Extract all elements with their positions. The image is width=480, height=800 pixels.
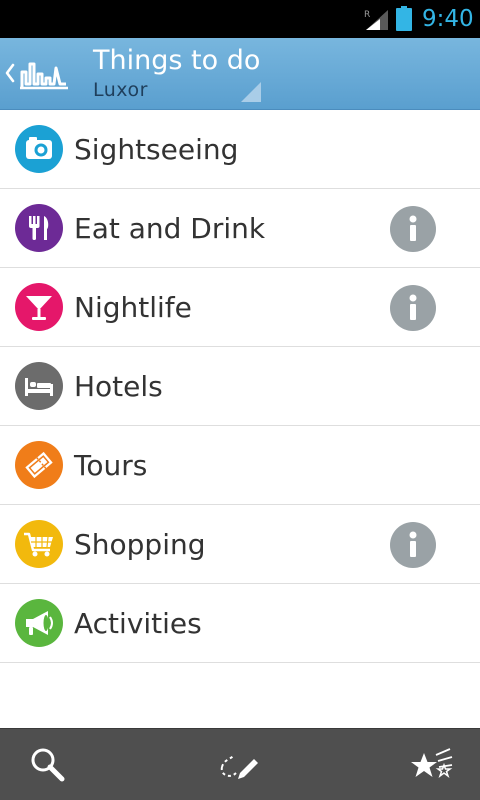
megaphone-icon: [15, 599, 63, 647]
route-pencil-icon: [220, 754, 258, 779]
info-icon[interactable]: [390, 522, 436, 568]
up-caret-icon[interactable]: [4, 62, 16, 84]
list-item-hotels[interactable]: Hotels: [0, 347, 480, 426]
battery-icon: [396, 6, 412, 31]
route-button[interactable]: [192, 729, 288, 800]
cocktail-icon: [15, 283, 63, 331]
category-list: Sightseeing Eat and Drink Nightlife Hote…: [0, 110, 480, 663]
camera-icon: [15, 125, 63, 173]
list-item-shopping[interactable]: Shopping: [0, 505, 480, 584]
list-item-label: Hotels: [74, 370, 163, 403]
bottom-toolbar: [0, 728, 480, 800]
search-icon: [31, 748, 65, 782]
cart-icon: [15, 520, 63, 568]
page-title: Things to do: [93, 45, 261, 76]
ticket-icon: [15, 441, 63, 489]
favorites-button[interactable]: [384, 729, 480, 800]
title-block[interactable]: Things to do Luxor: [93, 44, 260, 102]
screen: R 9:40 Things to do Luxor Sightseeing Ea…: [0, 0, 480, 800]
location-subtitle: Luxor: [93, 79, 148, 101]
spinner-indicator-icon[interactable]: [241, 82, 261, 102]
roaming-indicator: R: [364, 10, 370, 20]
fork-knife-icon: [15, 204, 63, 252]
list-item-label: Activities: [74, 607, 202, 640]
status-time: 9:40: [422, 6, 474, 32]
list-item-label: Tours: [74, 449, 148, 482]
list-item-eat-and-drink[interactable]: Eat and Drink: [0, 189, 480, 268]
list-item-label: Shopping: [74, 528, 206, 561]
list-item-label: Eat and Drink: [74, 212, 266, 245]
list-item-label: Nightlife: [74, 291, 192, 324]
action-bar: Things to do Luxor: [0, 38, 480, 110]
search-button[interactable]: [0, 729, 96, 800]
status-bar: R 9:40: [0, 0, 480, 38]
bed-icon: [15, 362, 63, 410]
list-item-nightlife[interactable]: Nightlife: [0, 268, 480, 347]
signal-icon: R: [364, 10, 388, 30]
list-item-label: Sightseeing: [74, 133, 239, 166]
list-item-tours[interactable]: Tours: [0, 426, 480, 505]
info-icon[interactable]: [390, 285, 436, 331]
favorites-stars-icon: [411, 748, 453, 779]
list-item-sightseeing[interactable]: Sightseeing: [0, 110, 480, 189]
app-logo-icon[interactable]: [18, 54, 70, 94]
list-item-activities[interactable]: Activities: [0, 584, 480, 663]
info-icon[interactable]: [390, 206, 436, 252]
